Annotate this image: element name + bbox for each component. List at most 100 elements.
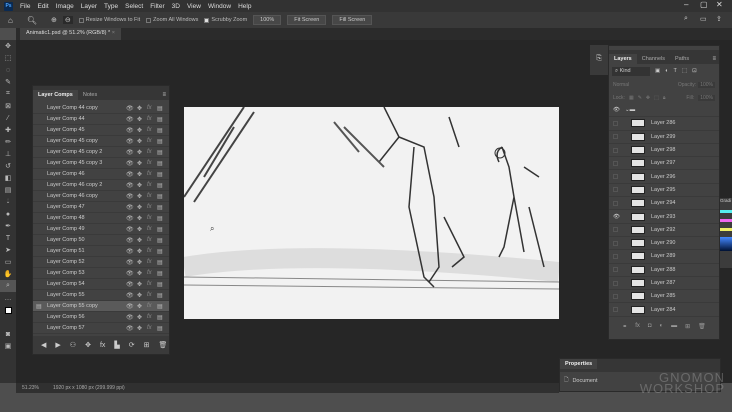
next-comp-icon[interactable]: ▶ — [55, 341, 60, 349]
layer-comp-row[interactable]: Layer Comp 56 👁︎ ✥ fx ▤ — [33, 312, 169, 323]
fx-icon[interactable]: fx — [147, 237, 152, 243]
rectangle-tool-icon[interactable]: ▭ — [0, 256, 16, 268]
layer-comp-row[interactable]: Layer Comp 44 copy 👁︎ ✥ fx ▤ — [33, 103, 169, 114]
visibility-icon[interactable]: 👁︎ — [126, 226, 134, 233]
fill-input[interactable]: 100% — [698, 94, 715, 101]
smart-object-icon[interactable]: ▤ — [157, 325, 163, 332]
position-icon[interactable]: ✥ — [137, 105, 142, 112]
smart-object-icon[interactable]: ▤ — [157, 149, 163, 156]
quick-select-tool-icon[interactable]: ✎ — [0, 76, 16, 88]
smart-object-icon[interactable]: ▤ — [157, 215, 163, 222]
tab-paths[interactable]: Paths — [670, 54, 694, 64]
layer-row[interactable]: Layer 285 — [609, 290, 719, 304]
layer-row[interactable]: Layer 287 — [609, 277, 719, 291]
link-icon[interactable]: ⚭ — [622, 323, 627, 330]
zoom-100-button[interactable]: 100% — [253, 15, 282, 25]
visibility-icon[interactable]: 👁︎ — [126, 215, 134, 222]
quick-mask-icon[interactable]: ◙ — [0, 328, 16, 340]
home-icon[interactable]: ⌂ — [8, 16, 13, 25]
layer-comp-row[interactable]: Layer Comp 45 copy 3 👁︎ ✥ fx ▤ — [33, 158, 169, 169]
minimize-icon[interactable]: – — [684, 0, 688, 9]
smart-object-icon[interactable]: ▤ — [157, 138, 163, 145]
layer-row[interactable]: Layer 295 — [609, 184, 719, 198]
layer-comp-row[interactable]: Layer Comp 45 copy 👁︎ ✥ fx ▤ — [33, 136, 169, 147]
layer-comp-row[interactable]: ▤ Layer Comp 55 copy 👁︎ ✥ fx ▤ — [33, 301, 169, 312]
position-icon[interactable]: ✥ — [137, 149, 142, 156]
visibility-icon[interactable]: 👁︎ — [126, 160, 134, 167]
fx-icon[interactable]: fx — [147, 248, 152, 254]
shape-filter-icon[interactable]: ⬚ — [682, 68, 687, 74]
history-icon[interactable]: ⎘ — [590, 45, 608, 63]
fit-screen-button[interactable]: Fit Screen — [287, 15, 327, 25]
smart-object-icon[interactable]: ▤ — [157, 105, 163, 112]
frame-tool-icon[interactable]: ⊠ — [0, 100, 16, 112]
stamp-tool-icon[interactable]: ⊥ — [0, 148, 16, 160]
visibility-icon[interactable]: 👁︎ — [126, 237, 134, 244]
zoom-tool-icon[interactable]: ⌕ — [0, 280, 16, 292]
smart-object-icon[interactable]: ▤ — [157, 127, 163, 134]
lock-position-icon[interactable]: ✥ — [646, 95, 650, 101]
apply-visibility-icon[interactable]: ⚇ — [70, 341, 76, 349]
type-tool-icon[interactable]: T — [0, 232, 16, 244]
adjustment-filter-icon[interactable]: ◐ — [665, 68, 668, 74]
layer-row[interactable]: Layer 288 — [609, 264, 719, 277]
position-icon[interactable]: ✥ — [137, 270, 142, 277]
layer-comp-row[interactable]: Layer Comp 51 👁︎ ✥ fx ▤ — [33, 246, 169, 257]
smart-object-icon[interactable]: ▤ — [157, 281, 163, 288]
fx-icon[interactable]: fx — [635, 323, 640, 329]
pen-tool-icon[interactable]: ✒ — [0, 220, 16, 232]
layer-comp-row[interactable]: Layer Comp 48 👁︎ ✥ fx ▤ — [33, 213, 169, 224]
layer-comp-row[interactable]: Layer Comp 46 copy 👁︎ ✥ fx ▤ — [33, 191, 169, 202]
position-icon[interactable]: ✥ — [137, 248, 142, 255]
fx-icon[interactable]: fx — [147, 116, 152, 122]
layer-row[interactable]: Layer 296 — [609, 170, 719, 184]
visibility-toggle[interactable] — [613, 120, 618, 126]
smart-object-icon[interactable]: ▤ — [157, 248, 163, 255]
fx-icon[interactable]: fx — [147, 325, 152, 331]
visibility-toggle[interactable] — [613, 200, 618, 206]
document-dimensions[interactable]: 1920 px x 1080 px (299.999 ppi) — [53, 385, 125, 391]
visibility-icon[interactable]: 👁︎ — [126, 292, 134, 299]
lock-image-icon[interactable]: ✎ — [638, 95, 642, 101]
visibility-toggle[interactable] — [613, 240, 618, 246]
fx-icon[interactable]: fx — [147, 204, 152, 210]
maximize-icon[interactable]: ▢ — [700, 0, 708, 9]
visibility-icon[interactable]: 👁︎ — [126, 248, 134, 255]
new-comp-icon[interactable]: ⊞ — [144, 341, 150, 349]
tab-properties[interactable]: Properties — [560, 359, 598, 369]
close-tab-icon[interactable]: × — [112, 30, 115, 36]
search-icon[interactable]: ⌕ — [684, 15, 688, 23]
panel-menu-icon[interactable]: ≡ — [709, 54, 719, 64]
type-filter-icon[interactable]: T — [674, 68, 677, 74]
menu-file[interactable]: File — [20, 3, 30, 10]
visibility-toggle[interactable] — [613, 280, 618, 286]
adjustment-icon[interactable]: ◐ — [660, 323, 664, 329]
position-icon[interactable]: ✥ — [137, 325, 142, 332]
visibility-icon[interactable]: 👁︎ — [126, 127, 134, 134]
layer-comp-row[interactable]: Layer Comp 47 👁︎ ✥ fx ▤ — [33, 202, 169, 213]
brush-tool-icon[interactable]: ✏ — [0, 136, 16, 148]
visibility-toggle[interactable] — [613, 307, 618, 313]
visibility-icon[interactable]: 👁︎ — [126, 303, 134, 310]
visibility-toggle[interactable] — [613, 147, 618, 153]
layer-row[interactable]: 👁︎ Layer 293 — [609, 210, 719, 224]
fx-icon[interactable]: fx — [147, 138, 152, 144]
lock-artboard-icon[interactable]: ⬚ — [654, 95, 659, 101]
delete-layer-icon[interactable]: 🗑︎ — [698, 323, 706, 330]
eyedropper-tool-icon[interactable]: ⁄ — [0, 112, 16, 124]
position-icon[interactable]: ✥ — [137, 127, 142, 134]
fx-icon[interactable]: fx — [147, 303, 152, 309]
visibility-eye-icon[interactable]: 👁︎ — [613, 107, 620, 113]
smart-object-icon[interactable]: ▤ — [157, 303, 163, 310]
layer-comp-row[interactable]: Layer Comp 55 👁︎ ✥ fx ▤ — [33, 290, 169, 301]
share-icon[interactable]: ⇪ — [716, 15, 722, 23]
filter-kind-select[interactable]: ⌕ Kind — [612, 66, 650, 76]
fx-icon[interactable]: fx — [147, 314, 152, 320]
visibility-icon[interactable]: 👁︎ — [126, 325, 134, 332]
menu-select[interactable]: Select — [125, 3, 143, 10]
pixel-filter-icon[interactable]: ▣ — [655, 68, 660, 74]
panel-menu-icon[interactable]: ≡ — [159, 90, 169, 100]
fx-icon[interactable]: fx — [147, 270, 152, 276]
fx-icon[interactable]: fx — [147, 259, 152, 265]
gradients-tab[interactable]: Gradi — [720, 198, 731, 203]
